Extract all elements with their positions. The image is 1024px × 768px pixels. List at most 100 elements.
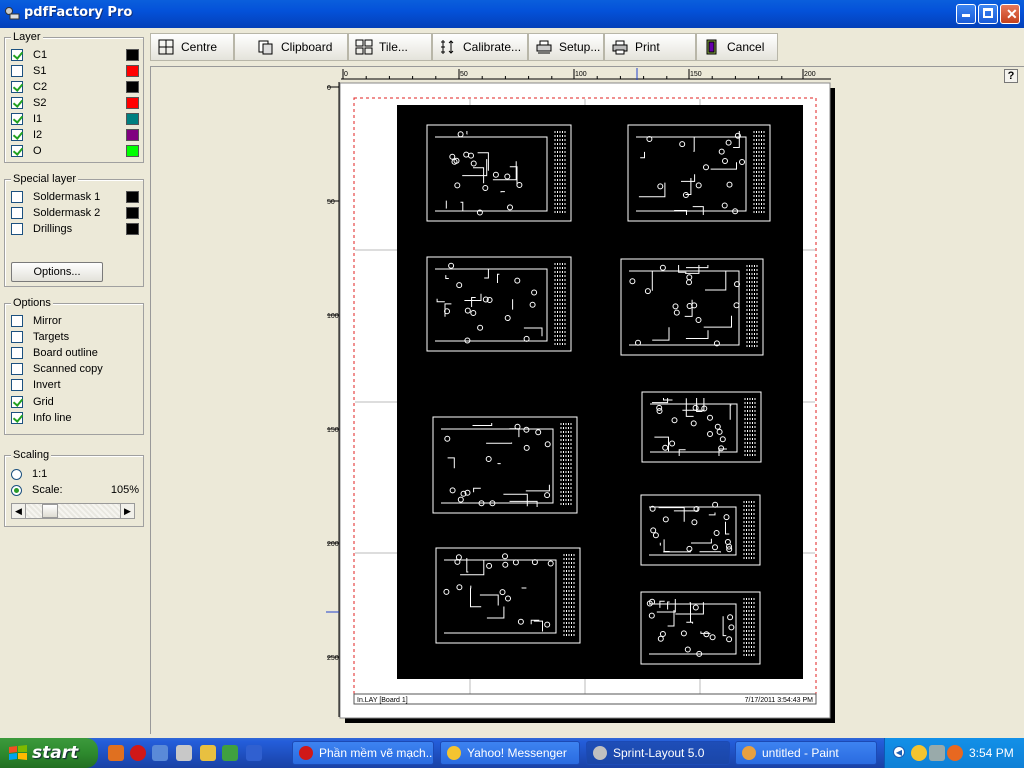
- green-app-icon[interactable]: [222, 745, 238, 761]
- start-label: start: [32, 743, 79, 763]
- layer-panel-legend: Layer: [11, 31, 43, 43]
- special-soldermask-2-color-swatch[interactable]: [126, 207, 139, 219]
- tray-app-icon[interactable]: [947, 745, 963, 761]
- maximize-button[interactable]: [978, 4, 998, 24]
- layer-c2-color-swatch[interactable]: [126, 81, 139, 93]
- slider-thumb[interactable]: [42, 504, 58, 518]
- option-scanned-copy-label: Scanned copy: [33, 363, 103, 375]
- layer-i2-color-swatch[interactable]: [126, 129, 139, 141]
- opera-icon[interactable]: [130, 745, 146, 761]
- options-button[interactable]: Options...: [11, 262, 103, 282]
- layer-s1-row[interactable]: S1: [11, 64, 139, 78]
- quicklaunch-tool-icon[interactable]: [152, 745, 168, 761]
- crosshair-icon: [158, 39, 174, 55]
- close-button[interactable]: ✕: [1000, 4, 1020, 24]
- layer-o-color-swatch[interactable]: [126, 145, 139, 157]
- top-ruler-label: 100: [575, 71, 587, 78]
- left-ruler: 0 50 100 150 200 250: [326, 82, 340, 717]
- option-mirror-checkbox[interactable]: [11, 315, 23, 327]
- option-info-line-row[interactable]: Info line: [11, 411, 139, 425]
- special-soldermask-2-checkbox[interactable]: [11, 207, 23, 219]
- layer-o-checkbox[interactable]: [11, 145, 23, 157]
- clock[interactable]: 3:54 PM: [969, 746, 1014, 760]
- ie-icon[interactable]: [246, 745, 262, 761]
- layer-i1-checkbox[interactable]: [11, 113, 23, 125]
- layer-i2-label: I2: [33, 129, 43, 141]
- info-left-text: In.LAY [Board 1]: [357, 697, 408, 704]
- pdffactory-app-icon[interactable]: [4, 6, 20, 22]
- taskbar-task-yahoo-messenger[interactable]: Yahoo! Messenger: [440, 741, 580, 765]
- layer-c1-color-swatch[interactable]: [126, 49, 139, 61]
- option-grid-row[interactable]: Grid: [11, 395, 139, 409]
- minimize-button[interactable]: [956, 4, 976, 24]
- layer-c2-row[interactable]: C2: [11, 80, 139, 94]
- layer-s2-color-swatch[interactable]: [126, 97, 139, 109]
- scale-slider[interactable]: ◀ ▶: [11, 503, 135, 519]
- special-drillings-row[interactable]: Drillings: [11, 222, 139, 236]
- layer-i1-row[interactable]: I1: [11, 112, 139, 126]
- folder-icon[interactable]: [200, 745, 216, 761]
- scale-1to1-option[interactable]: 1:1: [11, 467, 139, 481]
- layer-s2-checkbox[interactable]: [11, 97, 23, 109]
- start-button[interactable]: start: [0, 738, 98, 768]
- network-icon[interactable]: [176, 745, 192, 761]
- option-scanned-copy-checkbox[interactable]: [11, 363, 23, 375]
- option-board-outline-checkbox[interactable]: [11, 347, 23, 359]
- scale-custom-radio[interactable]: [11, 484, 22, 496]
- slider-right-arrow[interactable]: ▶: [120, 504, 134, 518]
- special-soldermask-2-label: Soldermask 2: [33, 207, 101, 219]
- layer-i2-checkbox[interactable]: [11, 129, 23, 141]
- scaling-legend: Scaling: [11, 449, 52, 461]
- clipboard-button[interactable]: Clipboard: [234, 33, 348, 61]
- layer-c1-checkbox[interactable]: [11, 49, 23, 61]
- special-soldermask-2-row[interactable]: Soldermask 2: [11, 206, 139, 220]
- special-drillings-checkbox[interactable]: [11, 223, 23, 235]
- option-targets-row[interactable]: Targets: [11, 330, 139, 344]
- tray-expand-icon[interactable]: ◀: [893, 746, 905, 758]
- layer-s1-color-swatch[interactable]: [126, 65, 139, 77]
- layer-o-row[interactable]: O: [11, 144, 139, 158]
- option-grid-checkbox[interactable]: [11, 396, 23, 408]
- option-mirror-label: Mirror: [33, 315, 62, 327]
- layer-c2-checkbox[interactable]: [11, 81, 23, 93]
- top-ruler-label: 50: [460, 71, 468, 78]
- left-ruler-label: 100: [327, 313, 339, 320]
- scale-1to1-radio[interactable]: [11, 468, 22, 480]
- option-info-line-checkbox[interactable]: [11, 412, 23, 424]
- special-drillings-color-swatch[interactable]: [126, 223, 139, 235]
- special-soldermask-1-color-swatch[interactable]: [126, 191, 139, 203]
- tray-messenger-icon[interactable]: [911, 745, 927, 761]
- option-invert-row[interactable]: Invert: [11, 378, 139, 392]
- preview-workspace[interactable]: ? 050100150200 050100150200250: [150, 66, 1024, 734]
- setup-button[interactable]: Setup...: [528, 33, 604, 61]
- special-soldermask-1-row[interactable]: Soldermask 1: [11, 190, 139, 204]
- layer-c1-row[interactable]: C1: [11, 48, 139, 62]
- layer-i1-color-swatch[interactable]: [126, 113, 139, 125]
- special-soldermask-1-checkbox[interactable]: [11, 191, 23, 203]
- centre-button[interactable]: Centre: [150, 33, 234, 61]
- option-targets-checkbox[interactable]: [11, 331, 23, 343]
- tile-button[interactable]: Tile...: [348, 33, 432, 61]
- special-layer-panel: Special layer Soldermask 1 Soldermask 2 Dr…: [4, 173, 144, 287]
- option-invert-checkbox[interactable]: [11, 379, 23, 391]
- firefox-icon[interactable]: [108, 745, 124, 761]
- taskbar-task-opera-task[interactable]: Phần mềm vẽ mạch...: [292, 741, 434, 765]
- layer-s1-checkbox[interactable]: [11, 65, 23, 77]
- top-ruler-label: 150: [690, 71, 702, 78]
- calibrate-button[interactable]: Calibrate...: [432, 33, 528, 61]
- print-button[interactable]: Print: [604, 33, 696, 61]
- door-exit-icon: [706, 39, 717, 55]
- option-scanned-copy-row[interactable]: Scanned copy: [11, 362, 139, 376]
- layer-s2-row[interactable]: S2: [11, 96, 139, 110]
- layer-i2-row[interactable]: I2: [11, 128, 139, 142]
- cancel-button[interactable]: Cancel: [696, 33, 778, 61]
- slider-left-arrow[interactable]: ◀: [12, 504, 26, 518]
- layer-s2-label: S2: [33, 97, 47, 109]
- taskbar-task-paint[interactable]: untitled - Paint: [735, 741, 877, 765]
- option-mirror-row[interactable]: Mirror: [11, 314, 139, 328]
- tray-network-icon[interactable]: [929, 745, 945, 761]
- layer-panel: Layer C1 S1 C2 S2 I1 I2 O: [4, 31, 144, 163]
- taskbar-task-sprint-layout[interactable]: Sprint-Layout 5.0: [586, 741, 730, 765]
- option-board-outline-row[interactable]: Board outline: [11, 346, 139, 360]
- scale-custom-option[interactable]: Scale: 105%: [11, 483, 139, 497]
